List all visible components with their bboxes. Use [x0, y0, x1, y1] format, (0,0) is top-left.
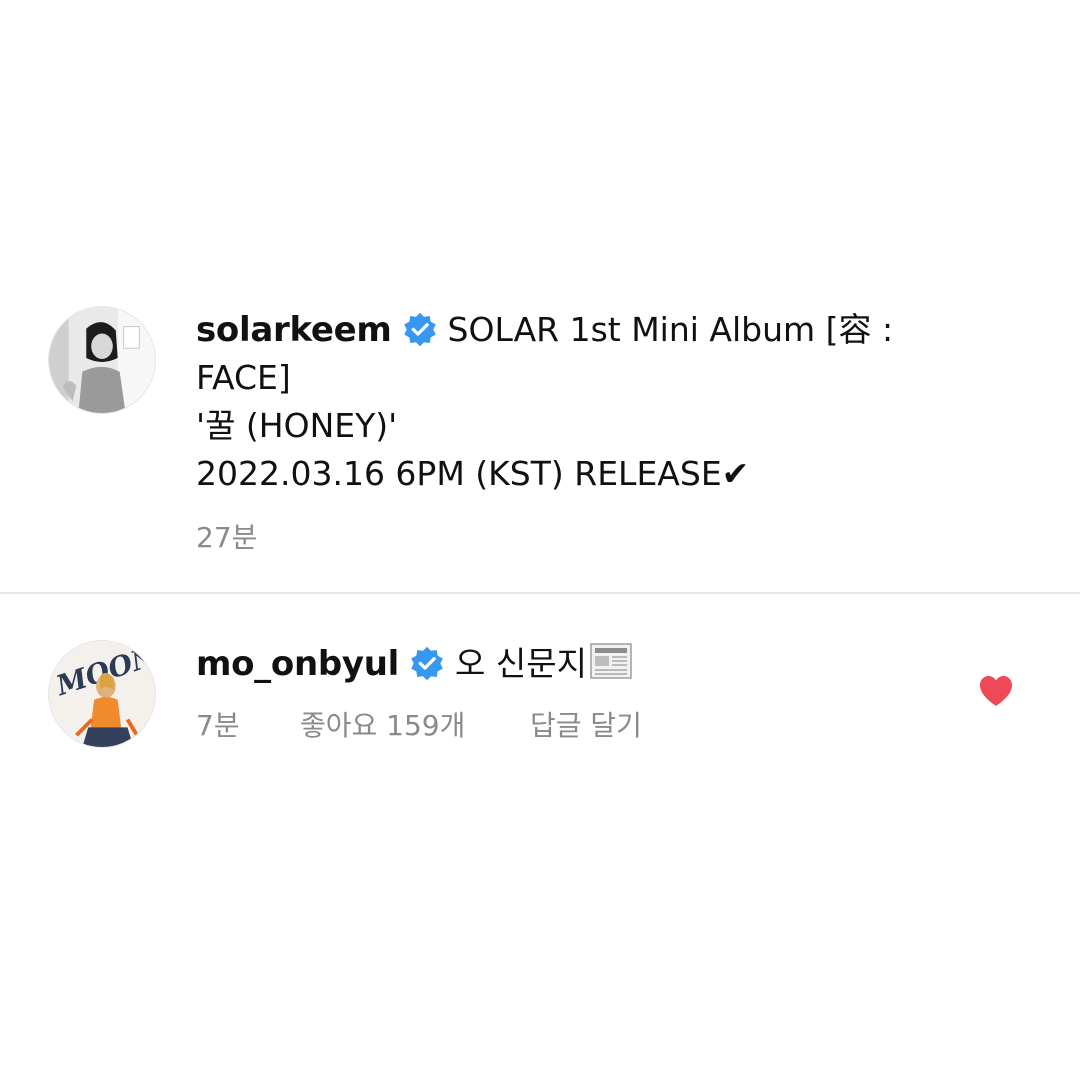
post-timestamp: 27분 — [196, 521, 258, 554]
divider — [0, 592, 1080, 594]
comment-body: mo_onbyul 오 신문지 — [196, 640, 956, 688]
caption-line-1-text: SOLAR 1st Mini Album [容 : — [447, 310, 894, 349]
caption-line-3: '꿀 (HONEY)' — [196, 406, 398, 445]
comment-likes-count[interactable]: 좋아요 159개 — [300, 706, 465, 746]
comment-username[interactable]: mo_onbyul — [196, 644, 399, 684]
comment-line: mo_onbyul 오 신문지 — [196, 640, 956, 688]
heart-icon[interactable] — [978, 674, 1014, 708]
verified-badge-icon — [409, 645, 445, 681]
solarkeem-avatar[interactable] — [48, 306, 156, 414]
mo-onbyul-avatar[interactable]: MOON — [48, 640, 156, 748]
newspaper-icon — [589, 641, 633, 681]
verified-badge-icon — [402, 311, 438, 347]
comment-text: 오 신문지 — [455, 644, 587, 683]
profile-photo-icon — [49, 307, 155, 413]
reply-button[interactable]: 답글 달기 — [530, 706, 642, 746]
caption-line-1: solarkeem SOLAR 1st Mini Album [容 : — [196, 306, 956, 354]
post-username[interactable]: solarkeem — [196, 310, 392, 350]
caption-text: solarkeem SOLAR 1st Mini Album [容 : FACE]… — [196, 306, 956, 556]
caption-line-2: FACE] — [196, 358, 291, 397]
caption-line-4: 2022.03.16 6PM (KST) RELEASE✔ — [196, 454, 750, 493]
comment-timestamp: 7분 — [196, 709, 240, 742]
profile-photo-icon: MOON — [49, 641, 155, 747]
